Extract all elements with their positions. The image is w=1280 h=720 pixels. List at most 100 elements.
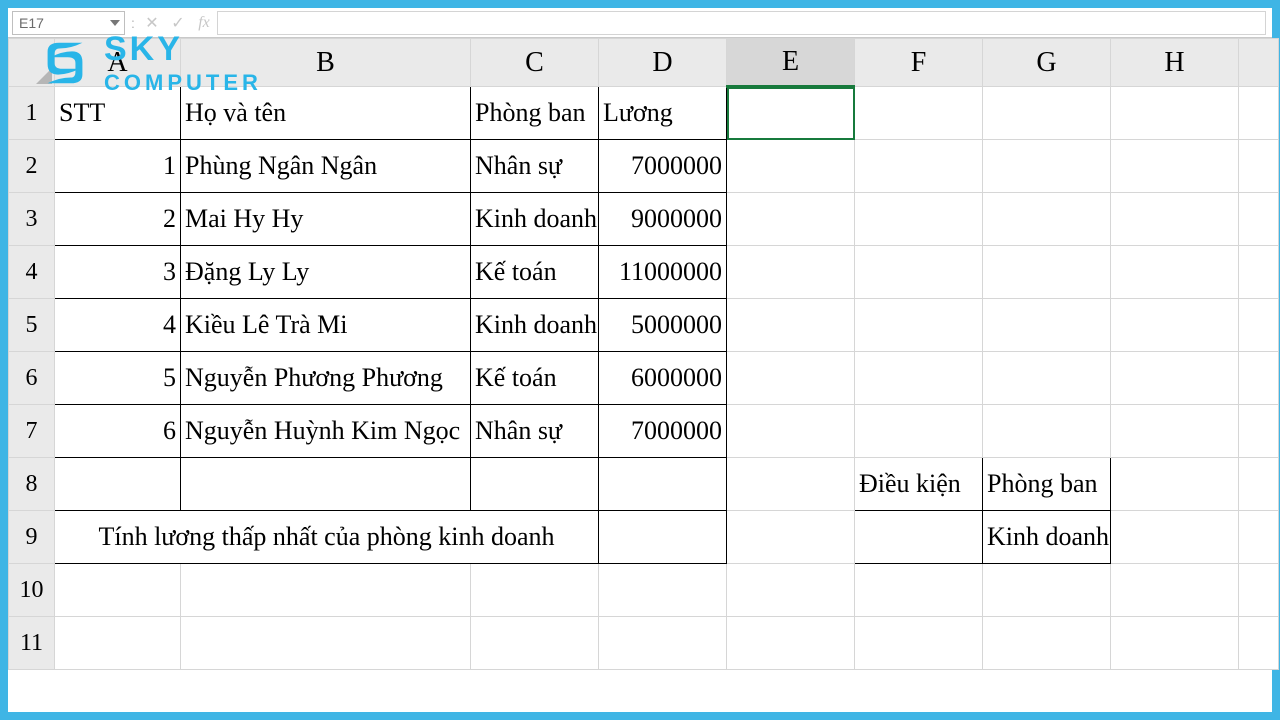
cell-D6[interactable]: 6000000 (599, 352, 727, 405)
cell-E7[interactable] (727, 405, 855, 458)
cell-H2[interactable] (1111, 140, 1239, 193)
cell-E10[interactable] (727, 564, 855, 617)
cell-C5[interactable]: Kinh doanh (471, 299, 599, 352)
cell-F11[interactable] (855, 617, 983, 670)
col-header-H[interactable]: H (1111, 39, 1239, 87)
cell-E2[interactable] (727, 140, 855, 193)
cell-G6[interactable] (983, 352, 1111, 405)
cell-A4[interactable]: 3 (55, 246, 181, 299)
row-header-9[interactable]: 9 (9, 511, 55, 564)
cell-A2[interactable]: 1 (55, 140, 181, 193)
cell-C2[interactable]: Nhân sự (471, 140, 599, 193)
cell-F1[interactable] (855, 87, 983, 140)
cell-F8[interactable]: Điều kiện (855, 458, 983, 511)
cell-C3[interactable]: Kinh doanh (471, 193, 599, 246)
cell-B5[interactable]: Kiều Lê Trà Mi (181, 299, 471, 352)
cell-D9[interactable] (599, 511, 727, 564)
cell-A7[interactable]: 6 (55, 405, 181, 458)
cell-E11[interactable] (727, 617, 855, 670)
cell-F2[interactable] (855, 140, 983, 193)
cell-H4[interactable] (1111, 246, 1239, 299)
cell-D4[interactable]: 11000000 (599, 246, 727, 299)
cell-F7[interactable] (855, 405, 983, 458)
cell-A5[interactable]: 4 (55, 299, 181, 352)
cell-G5[interactable] (983, 299, 1111, 352)
cell-B11[interactable] (181, 617, 471, 670)
cell-B10[interactable] (181, 564, 471, 617)
row-header-7[interactable]: 7 (9, 405, 55, 458)
cell-G7[interactable] (983, 405, 1111, 458)
cell-D10[interactable] (599, 564, 727, 617)
cell-A10[interactable] (55, 564, 181, 617)
cell-D3[interactable]: 9000000 (599, 193, 727, 246)
cell-G8[interactable]: Phòng ban (983, 458, 1111, 511)
cell-F10[interactable] (855, 564, 983, 617)
cell-D5[interactable]: 5000000 (599, 299, 727, 352)
row-header-4[interactable]: 4 (9, 246, 55, 299)
row-header-2[interactable]: 2 (9, 140, 55, 193)
cell-H8[interactable] (1111, 458, 1239, 511)
cell-B6[interactable]: Nguyễn Phương Phương (181, 352, 471, 405)
cell-E4[interactable] (727, 246, 855, 299)
fx-icon[interactable]: fx (191, 14, 217, 32)
cell-E1[interactable] (727, 87, 855, 140)
cell-H6[interactable] (1111, 352, 1239, 405)
row-header-11[interactable]: 11 (9, 617, 55, 670)
row-header-10[interactable]: 10 (9, 564, 55, 617)
cell-F3[interactable] (855, 193, 983, 246)
cell-extra-1[interactable] (1239, 87, 1279, 140)
cell-C11[interactable] (471, 617, 599, 670)
cell-E9[interactable] (727, 511, 855, 564)
worksheet[interactable]: A B C D E F G H 1 STT Họ và tên Phòng (8, 38, 1272, 712)
cell-H3[interactable] (1111, 193, 1239, 246)
grid[interactable]: A B C D E F G H 1 STT Họ và tên Phòng (8, 38, 1279, 670)
cell-H11[interactable] (1111, 617, 1239, 670)
cell-G2[interactable] (983, 140, 1111, 193)
cell-B7[interactable]: Nguyễn Huỳnh Kim Ngọc (181, 405, 471, 458)
row-header-5[interactable]: 5 (9, 299, 55, 352)
cell-G1[interactable] (983, 87, 1111, 140)
cell-G4[interactable] (983, 246, 1111, 299)
cell-A8[interactable] (55, 458, 181, 511)
col-header-F[interactable]: F (855, 39, 983, 87)
formula-input[interactable] (217, 11, 1266, 35)
col-header-extra[interactable] (1239, 39, 1279, 87)
cell-E8[interactable] (727, 458, 855, 511)
col-header-E[interactable]: E (727, 39, 855, 87)
cell-C7[interactable]: Nhân sự (471, 405, 599, 458)
cell-B8[interactable] (181, 458, 471, 511)
cell-B4[interactable]: Đặng Ly Ly (181, 246, 471, 299)
cell-G9[interactable]: Kinh doanh (983, 511, 1111, 564)
row-header-8[interactable]: 8 (9, 458, 55, 511)
cell-A9-merged[interactable]: Tính lương thấp nhất của phòng kinh doan… (55, 511, 599, 564)
cell-C6[interactable]: Kế toán (471, 352, 599, 405)
cell-C10[interactable] (471, 564, 599, 617)
cell-H9[interactable] (1111, 511, 1239, 564)
cell-A3[interactable]: 2 (55, 193, 181, 246)
cell-B2[interactable]: Phùng Ngân Ngân (181, 140, 471, 193)
cell-D2[interactable]: 7000000 (599, 140, 727, 193)
chevron-down-icon[interactable] (110, 20, 120, 26)
cell-B3[interactable]: Mai Hy Hy (181, 193, 471, 246)
cell-F5[interactable] (855, 299, 983, 352)
cell-E3[interactable] (727, 193, 855, 246)
cell-F4[interactable] (855, 246, 983, 299)
cell-D7[interactable]: 7000000 (599, 405, 727, 458)
cell-C1[interactable]: Phòng ban (471, 87, 599, 140)
row-header-1[interactable]: 1 (9, 87, 55, 140)
cell-H10[interactable] (1111, 564, 1239, 617)
cell-F9[interactable] (855, 511, 983, 564)
cell-A6[interactable]: 5 (55, 352, 181, 405)
cell-C8[interactable] (471, 458, 599, 511)
cell-A11[interactable] (55, 617, 181, 670)
cell-H7[interactable] (1111, 405, 1239, 458)
cell-E6[interactable] (727, 352, 855, 405)
cell-D1[interactable]: Lương (599, 87, 727, 140)
cell-D11[interactable] (599, 617, 727, 670)
cell-D8[interactable] (599, 458, 727, 511)
col-header-C[interactable]: C (471, 39, 599, 87)
cell-E5[interactable] (727, 299, 855, 352)
cell-F6[interactable] (855, 352, 983, 405)
row-header-3[interactable]: 3 (9, 193, 55, 246)
cell-G10[interactable] (983, 564, 1111, 617)
